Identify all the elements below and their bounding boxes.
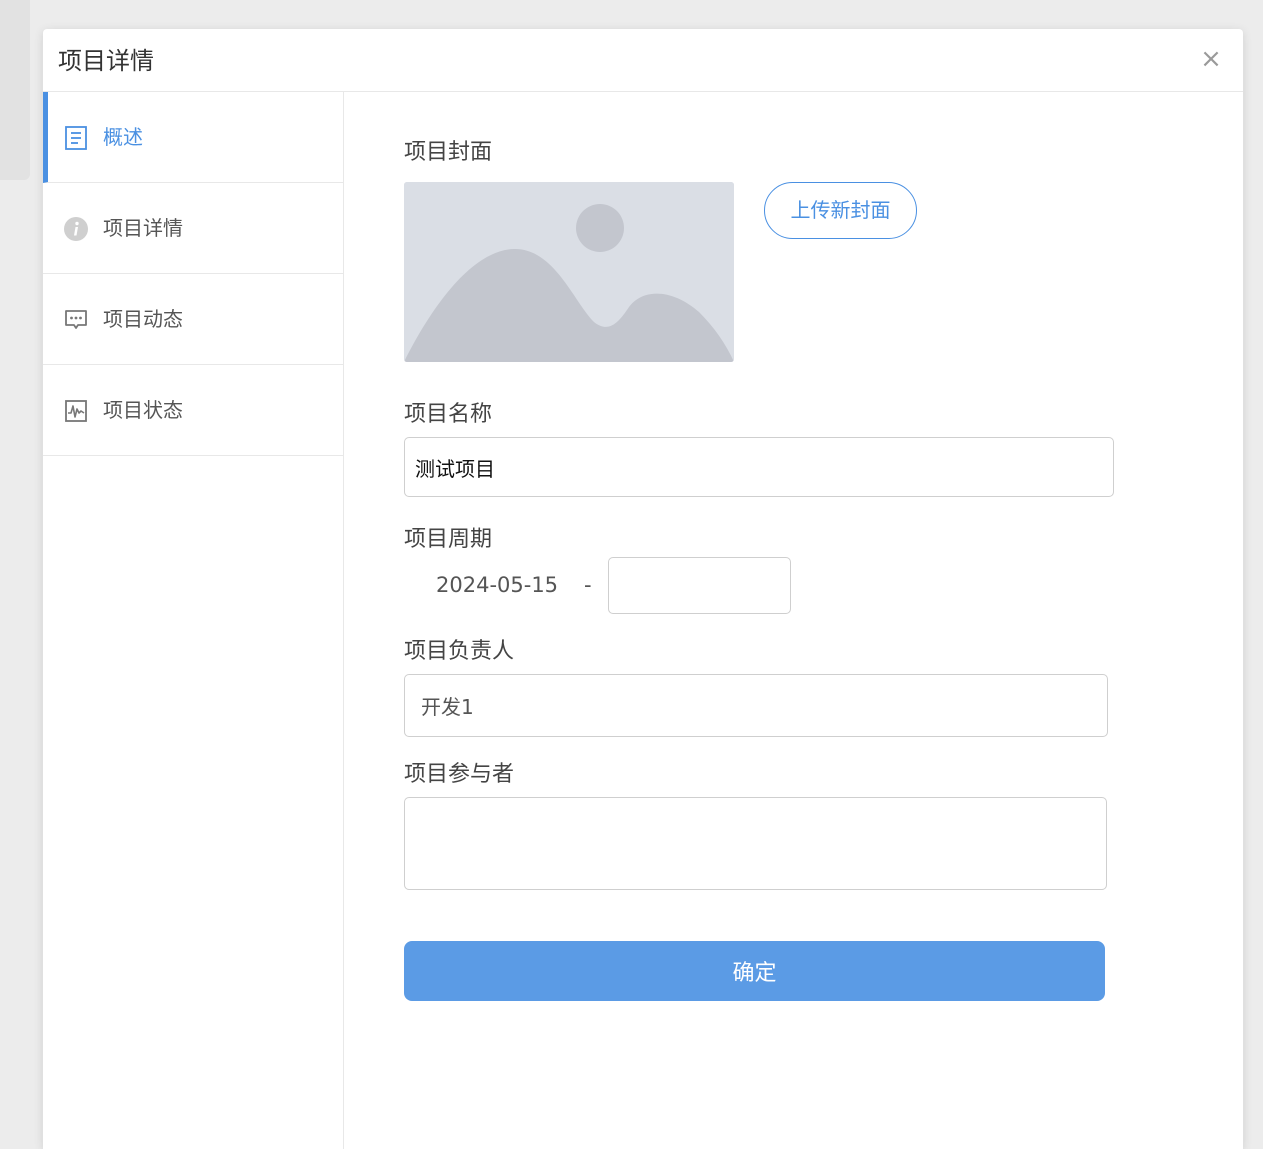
sidebar-item-project-status[interactable]: 项目状态	[43, 365, 343, 456]
form-content: 项目封面 上传新封面 项目名称 项目周期 2024-05-15 - 项目负责人 …	[345, 92, 1243, 1149]
modal-header: 项目详情 ×	[43, 29, 1243, 92]
project-name-input[interactable]	[404, 437, 1114, 497]
sidebar-item-label: 项目详情	[103, 216, 183, 240]
period-end-date-input[interactable]	[608, 557, 791, 614]
sidebar-item-project-details[interactable]: 项目详情	[43, 183, 343, 274]
sidebar-item-project-activity[interactable]: 项目动态	[43, 274, 343, 365]
participants-input[interactable]	[404, 797, 1107, 890]
confirm-button[interactable]: 确定	[404, 941, 1105, 1001]
sidebar: 概述 项目详情 项目动态 项目状态	[43, 92, 344, 1149]
cover-image	[404, 182, 734, 362]
name-label: 项目名称	[404, 402, 493, 427]
document-icon	[65, 126, 87, 150]
period-separator: -	[584, 573, 592, 597]
info-icon	[64, 217, 88, 241]
project-detail-modal: 项目详情 × 概述 项目详情 项目动态 项目状态 项目封面 上传新封面 项目名称…	[43, 29, 1243, 1149]
sidebar-item-label: 项目状态	[103, 398, 183, 422]
period-start-date[interactable]: 2024-05-15	[436, 570, 558, 600]
image-placeholder-icon	[404, 182, 734, 362]
close-button[interactable]: ×	[1197, 45, 1225, 73]
cover-label: 项目封面	[404, 140, 493, 165]
modal-title: 项目详情	[58, 47, 154, 75]
sidebar-item-label: 概述	[103, 125, 143, 149]
upload-cover-button[interactable]: 上传新封面	[764, 182, 917, 239]
owner-input[interactable]	[404, 674, 1108, 737]
sidebar-item-label: 项目动态	[103, 307, 183, 331]
period-label: 项目周期	[404, 527, 493, 552]
background-panel	[0, 0, 30, 180]
comment-icon	[65, 310, 87, 329]
participants-label: 项目参与者	[404, 762, 515, 787]
activity-chart-icon	[65, 400, 87, 422]
sidebar-item-overview[interactable]: 概述	[43, 92, 343, 183]
owner-label: 项目负责人	[404, 639, 515, 664]
